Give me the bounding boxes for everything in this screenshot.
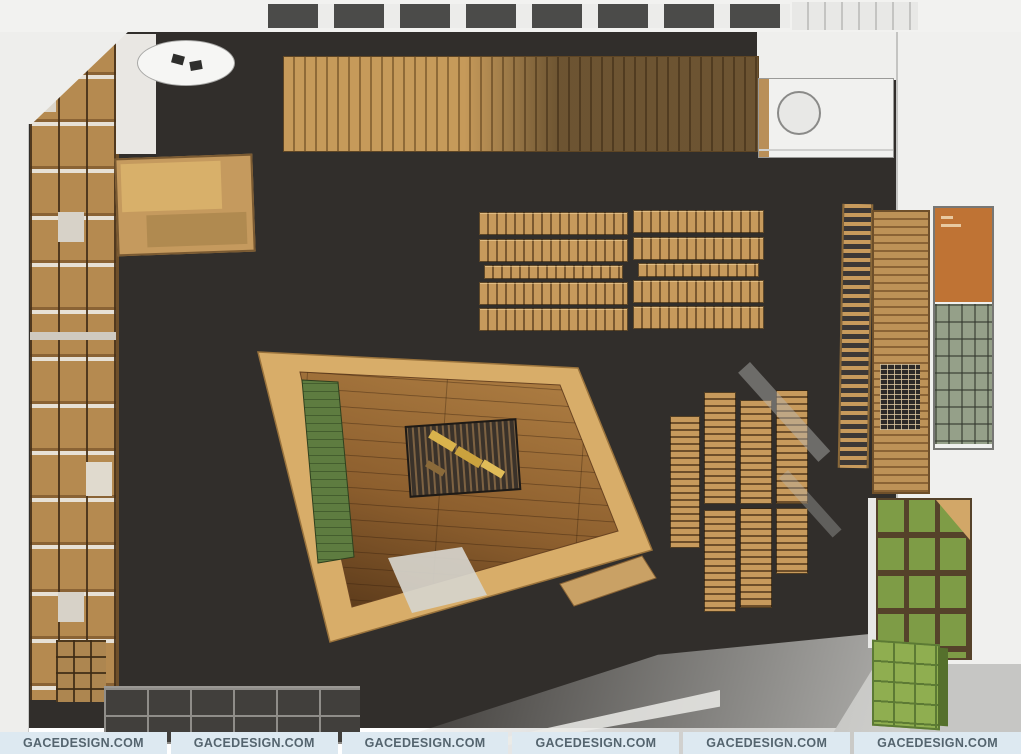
wall-grid-shelf [872, 210, 930, 494]
wall-strip [868, 498, 876, 648]
shelf-empty-cell [58, 212, 84, 242]
watermark-text: GACEDESIGN.COM [342, 732, 509, 754]
green-cabinet-side [938, 648, 948, 727]
desk-lower-shelf [146, 212, 247, 247]
table-slab [479, 282, 628, 305]
bench-slab [740, 508, 772, 608]
shelf-wood-top-corner [936, 500, 970, 540]
watermark-text: GACEDESIGN.COM [0, 732, 167, 754]
table-slab [633, 237, 764, 260]
table-slab [479, 212, 628, 235]
ac-fan-circle [777, 91, 821, 135]
table-slab [633, 306, 764, 329]
bench-slab [740, 400, 772, 504]
poster-mark [941, 224, 961, 227]
render-canvas: GACEDESIGN.COM GACEDESIGN.COM GACEDESIGN… [0, 0, 1021, 754]
green-cube-shelf [876, 498, 972, 660]
bench-slab [704, 392, 736, 504]
desk-top [121, 161, 223, 212]
bench-slab [670, 416, 700, 548]
corner-desk [114, 154, 255, 257]
shelf-band [30, 332, 116, 340]
green-cabinet [872, 640, 940, 731]
bench-slab [484, 265, 623, 279]
central-wood-platform [240, 335, 670, 655]
table-slab [633, 280, 764, 303]
left-wall-shelving [30, 32, 119, 700]
ceiling-skylights [268, 4, 790, 28]
table-slab [633, 210, 764, 233]
watermark-band: GACEDESIGN.COM GACEDESIGN.COM GACEDESIGN… [0, 732, 1021, 754]
watermark-text: GACEDESIGN.COM [171, 732, 338, 754]
bench-slab [704, 510, 736, 612]
display-mat-with-items [406, 419, 521, 497]
poster-mark [941, 216, 953, 219]
ac-unit [758, 78, 894, 158]
ladder-display-shelf [838, 204, 874, 469]
ac-edge-line [759, 149, 893, 151]
poster-grid-section [935, 304, 992, 444]
ceiling-beam-lines [792, 2, 918, 30]
grid-shelf-dense-section [880, 364, 920, 430]
shelf-empty-cell [86, 462, 112, 496]
wall-poster [933, 206, 994, 450]
wood-slat-ceiling-panel [283, 56, 759, 152]
watermark-text: GACEDESIGN.COM [683, 732, 850, 754]
slatted-table-group-right [633, 210, 762, 328]
watermark-text: GACEDESIGN.COM [512, 732, 679, 754]
ceiling-strip [0, 0, 1021, 32]
ac-side-wood [759, 79, 769, 157]
shelf-empty-cell [58, 592, 84, 622]
poster-orange-section [935, 208, 992, 302]
wood-storage-boxes [56, 640, 106, 702]
ceiling-light-fixture [137, 40, 235, 86]
bench-slab [776, 508, 808, 574]
bench-slab [638, 263, 759, 277]
slatted-table-group-left [479, 212, 626, 330]
wall-patch-top-right [757, 30, 896, 80]
fixture-speaker [171, 54, 185, 66]
table-slab [479, 308, 628, 331]
watermark-text: GACEDESIGN.COM [854, 732, 1021, 754]
fixture-speaker [189, 60, 202, 71]
table-slab [479, 239, 628, 262]
